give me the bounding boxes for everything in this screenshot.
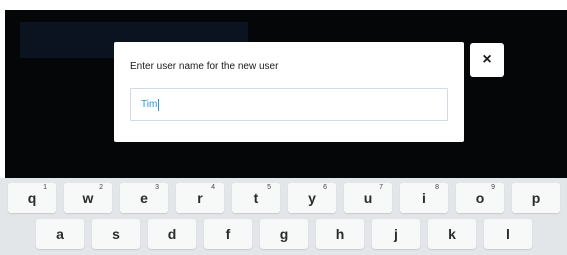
key-a[interactable]: a <box>36 219 84 249</box>
key-label: f <box>225 226 231 242</box>
key-y[interactable]: y 6 <box>288 183 336 213</box>
key-label: q <box>27 190 37 206</box>
key-label: l <box>506 226 510 242</box>
key-f[interactable]: f <box>204 219 252 249</box>
key-label: s <box>112 226 120 242</box>
key-label: d <box>167 226 177 242</box>
key-hint: 5 <box>267 184 271 191</box>
key-label: g <box>279 226 289 242</box>
key-j[interactable]: j <box>372 219 420 249</box>
screen: Enter user name for the new user Tim × q… <box>0 0 567 255</box>
key-g[interactable]: g <box>260 219 308 249</box>
key-o[interactable]: o 9 <box>456 183 504 213</box>
key-hint: 1 <box>43 184 47 191</box>
text-caret <box>158 98 160 111</box>
key-hint: 2 <box>99 184 103 191</box>
key-hint: 4 <box>211 184 215 191</box>
key-label: y <box>308 190 316 206</box>
key-u[interactable]: u 7 <box>344 183 392 213</box>
on-screen-keyboard: q 1 w 2 e 3 r 4 t 5 y 6 u 7 i 8 o 9 p a … <box>0 178 567 255</box>
username-input[interactable]: Tim <box>130 88 448 121</box>
key-p[interactable]: p <box>512 183 560 213</box>
key-l[interactable]: l <box>484 219 532 249</box>
key-label: u <box>363 190 373 206</box>
key-label: i <box>422 190 426 206</box>
key-label: w <box>82 190 94 206</box>
key-q[interactable]: q 1 <box>8 183 56 213</box>
key-k[interactable]: k <box>428 219 476 249</box>
close-icon: × <box>482 51 492 68</box>
key-hint: 6 <box>323 184 327 191</box>
key-w[interactable]: w 2 <box>64 183 112 213</box>
key-label: r <box>197 190 203 206</box>
key-h[interactable]: h <box>316 219 364 249</box>
key-label: j <box>394 226 398 242</box>
dialog-prompt: Enter user name for the new user <box>130 61 279 72</box>
key-r[interactable]: r 4 <box>176 183 224 213</box>
key-label: t <box>253 190 259 206</box>
key-hint: 7 <box>379 184 383 191</box>
key-label: p <box>531 190 541 206</box>
key-hint: 9 <box>491 184 495 191</box>
key-hint: 3 <box>155 184 159 191</box>
key-d[interactable]: d <box>148 219 196 249</box>
close-button[interactable]: × <box>470 43 504 77</box>
key-hint: 8 <box>435 184 439 191</box>
key-i[interactable]: i 8 <box>400 183 448 213</box>
key-label: o <box>475 190 485 206</box>
key-t[interactable]: t 5 <box>232 183 280 213</box>
key-e[interactable]: e 3 <box>120 183 168 213</box>
key-label: a <box>56 226 64 242</box>
key-label: e <box>140 190 148 206</box>
key-label: h <box>335 226 345 242</box>
key-label: k <box>448 226 456 242</box>
key-s[interactable]: s <box>92 219 140 249</box>
username-input-value: Tim <box>141 99 158 110</box>
new-user-dialog: Enter user name for the new user Tim <box>114 42 464 142</box>
